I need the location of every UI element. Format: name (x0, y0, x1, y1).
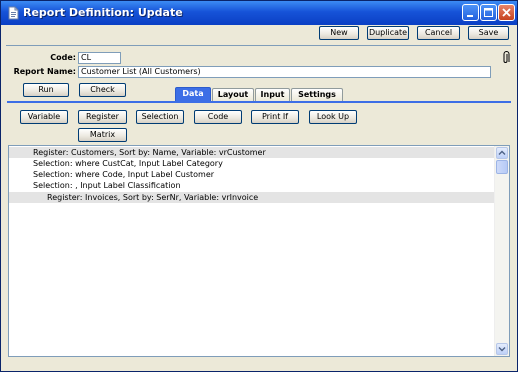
tab-layout[interactable]: Layout (212, 88, 254, 101)
list-item-text: Selection: , Input Label Classification (33, 181, 181, 190)
list-item-text: Register: Invoices, Sort by: SerNr, Vari… (47, 193, 259, 202)
list-item[interactable]: Selection: where CustCat, Input Label Ca… (9, 158, 495, 169)
maximize-icon (484, 8, 493, 17)
report-name-field[interactable]: Customer List (All Customers) (78, 66, 491, 78)
scroll-up-button[interactable] (496, 147, 508, 159)
report-definition-list[interactable]: Register: Customers, Sort by: Name, Vari… (8, 145, 510, 357)
close-icon (502, 8, 511, 17)
maximize-button[interactable] (480, 4, 497, 21)
close-button[interactable] (498, 4, 515, 21)
code-field[interactable]: CL (78, 52, 121, 64)
cancel-button[interactable]: Cancel (417, 26, 460, 40)
tab-underline (7, 101, 511, 103)
report-definition-window: Report Definition: Update New Duplicate … (0, 0, 518, 372)
save-button[interactable]: Save (468, 26, 509, 40)
tab-data[interactable]: Data (175, 87, 211, 102)
duplicate-button[interactable]: Duplicate (367, 26, 409, 40)
run-button[interactable]: Run (23, 83, 69, 97)
list-item-text: Selection: where Code, Input Label Custo… (33, 170, 215, 179)
list-item[interactable]: Selection: where Code, Input Label Custo… (9, 169, 495, 180)
list-item[interactable]: Register: Customers, Sort by: Name, Vari… (9, 147, 495, 158)
list-item[interactable]: Selection: , Input Label Classification (9, 180, 495, 191)
title-bar[interactable]: Report Definition: Update (1, 1, 517, 25)
minimize-button[interactable] (462, 4, 479, 21)
check-button[interactable]: Check (79, 83, 126, 97)
toolbar: New Duplicate Cancel Save (1, 25, 517, 45)
toolbar-divider (6, 45, 511, 46)
new-button[interactable]: New (319, 26, 359, 40)
register-button[interactable]: Register (78, 110, 127, 124)
minimize-icon (467, 15, 473, 17)
variable-button[interactable]: Variable (20, 110, 68, 124)
vertical-scrollbar[interactable] (494, 146, 509, 356)
chevron-down-icon (498, 347, 506, 352)
scroll-thumb[interactable] (496, 160, 508, 174)
matrix-button[interactable]: Matrix (78, 128, 127, 142)
code-label: Code: (50, 53, 76, 62)
selection-button[interactable]: Selection (136, 110, 184, 124)
code-button[interactable]: Code (194, 110, 242, 124)
report-name-label: Report Name: (13, 67, 76, 76)
scroll-down-button[interactable] (496, 343, 508, 355)
tab-input[interactable]: Input (255, 88, 290, 101)
look-up-button[interactable]: Look Up (309, 110, 357, 124)
window-title: Report Definition: Update (23, 6, 183, 19)
status-bar (1, 357, 517, 371)
paperclip-icon[interactable] (501, 51, 511, 65)
chevron-up-icon (498, 150, 506, 155)
print-if-button[interactable]: Print If (251, 110, 299, 124)
list-item-text: Selection: where CustCat, Input Label Ca… (33, 159, 223, 168)
document-icon (6, 6, 20, 20)
list-item-text: Register: Customers, Sort by: Name, Vari… (33, 148, 266, 157)
tab-settings[interactable]: Settings (291, 88, 343, 101)
list-item[interactable]: Register: Invoices, Sort by: SerNr, Vari… (9, 192, 495, 203)
